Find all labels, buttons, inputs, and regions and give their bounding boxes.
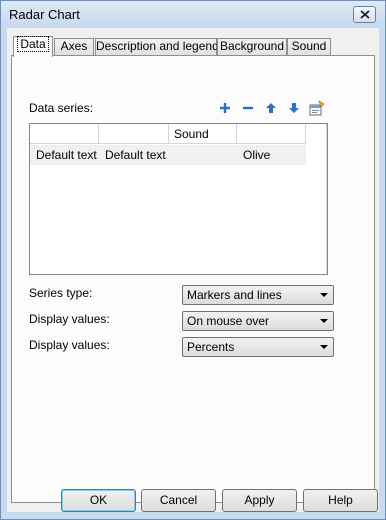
data-series-grid[interactable]: Sound Default text Default text Olive [29, 123, 328, 275]
grid-cell-color[interactable]: Olive [237, 145, 306, 165]
display-values-format-select[interactable]: Percents [182, 337, 334, 357]
chevron-down-icon [320, 293, 328, 297]
grid-cell[interactable] [169, 145, 237, 165]
tab-data[interactable]: Data [13, 36, 53, 57]
remove-icon[interactable] [242, 102, 254, 114]
cancel-button[interactable]: Cancel [141, 489, 216, 512]
tab-background[interactable]: Background [217, 38, 287, 55]
data-series-label: Data series: [29, 101, 94, 115]
tab-panel-data: Data series: Sound Default text Default … [11, 55, 375, 503]
display-values-format-value: Percents [187, 340, 235, 354]
grid-cell[interactable]: Default text [99, 145, 169, 165]
tab-sound-label: Sound [291, 39, 327, 53]
grid-column-header[interactable] [99, 124, 169, 144]
grid-header: Sound [30, 124, 327, 145]
grid-cell[interactable]: Default text [30, 145, 99, 165]
tab-sound[interactable]: Sound [287, 38, 331, 55]
dialog-window: Radar Chart Data Axes Description and le… [0, 0, 386, 520]
display-values-value: On mouse over [187, 314, 270, 328]
tab-axes-label: Axes [60, 39, 88, 53]
apply-button[interactable]: Apply [222, 489, 297, 512]
tab-description-legend[interactable]: Description and legend [95, 38, 219, 55]
series-type-select[interactable]: Markers and lines [182, 285, 334, 305]
title-bar[interactable]: Radar Chart [1, 1, 385, 28]
grid-column-header[interactable] [30, 124, 99, 144]
grid-vertical-divider [326, 124, 327, 274]
ok-button[interactable]: OK [61, 489, 136, 512]
tab-background-label: Background [219, 39, 285, 53]
close-button[interactable] [353, 6, 376, 23]
add-icon[interactable] [219, 102, 231, 114]
dialog-client: Data Axes Description and legend Backgro… [7, 28, 379, 512]
tab-description-legend-label: Description and legend [96, 39, 219, 53]
move-up-icon[interactable] [265, 102, 277, 114]
help-button[interactable]: Help [303, 489, 378, 512]
display-values-select[interactable]: On mouse over [182, 311, 334, 331]
tab-axes[interactable]: Axes [54, 38, 94, 55]
chevron-down-icon [320, 319, 328, 323]
tab-data-label: Data [17, 36, 49, 52]
move-down-icon[interactable] [288, 102, 300, 114]
series-type-value: Markers and lines [187, 288, 282, 302]
display-values-format-label: Display values: [29, 338, 110, 352]
series-type-label: Series type: [29, 286, 93, 300]
grid-column-header[interactable] [237, 124, 306, 144]
close-icon [360, 10, 370, 19]
properties-icon[interactable] [309, 100, 325, 116]
display-values-label: Display values: [29, 312, 110, 326]
grid-column-header-sound[interactable]: Sound [169, 124, 237, 144]
chevron-down-icon [320, 345, 328, 349]
window-title: Radar Chart [9, 7, 80, 22]
